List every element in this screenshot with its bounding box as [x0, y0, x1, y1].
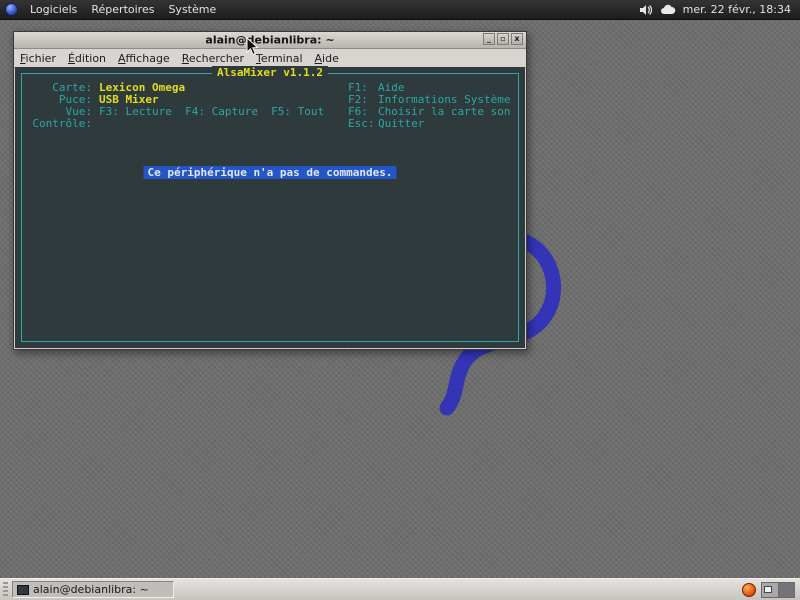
volume-icon[interactable] [639, 4, 653, 16]
info-row: Contrôle: Esc:Quitter [26, 118, 514, 130]
panel-menu-label: Logiciels [30, 3, 77, 16]
taskbar-handle[interactable] [3, 582, 8, 597]
applications-logo-icon[interactable] [5, 3, 18, 16]
panel-menu-repertoires[interactable]: Répertoires [84, 0, 161, 19]
help-entry: Esc:Quitter [348, 118, 424, 130]
menu-label: Fichier [20, 52, 56, 65]
minimize-button[interactable]: _ [483, 33, 495, 45]
panel-menu-label: Répertoires [91, 3, 154, 16]
window-title: alain@debianlibra: ~ [205, 34, 334, 47]
menu-aide[interactable]: Aide [309, 49, 345, 67]
window-controls: _ ▫ x [483, 33, 523, 45]
taskbar: alain@debianlibra: ~ [0, 578, 800, 600]
panel-menu-label: Système [168, 3, 216, 16]
menu-affichage[interactable]: Affichage [112, 49, 176, 67]
menu-label: Rechercher [182, 52, 244, 65]
menu-label: Affichage [118, 52, 170, 65]
desktop: Logiciels Répertoires Système mer. 22 fé… [0, 0, 800, 600]
workspace-switcher [761, 582, 795, 598]
no-controls-message: Ce périphérique n'a pas de commandes. [143, 166, 396, 179]
terminal-window: alain@debianlibra: ~ _ ▫ x Fichier Éditi… [13, 31, 527, 350]
terminal-screen[interactable]: AlsaMixer v1.1.2 Carte:Lexicon OmegaF1:A… [15, 67, 525, 348]
weather-cloud-icon[interactable] [660, 4, 676, 15]
taskbar-window-button[interactable]: alain@debianlibra: ~ [12, 581, 174, 598]
info-label: Contrôle: [26, 118, 92, 130]
menu-label: Édition [68, 52, 106, 65]
help-text: Quitter [378, 117, 424, 130]
panel-menu-logiciels[interactable]: Logiciels [23, 0, 84, 19]
notification-icon[interactable] [742, 583, 756, 597]
alsamixer-info: Carte:Lexicon OmegaF1:Aide Puce:USB Mixe… [26, 82, 514, 130]
top-panel: Logiciels Répertoires Système mer. 22 fé… [0, 0, 800, 20]
clock[interactable]: mer. 22 févr., 18:34 [683, 3, 791, 16]
window-titlebar[interactable]: alain@debianlibra: ~ _ ▫ x [14, 32, 526, 49]
workspace-window-thumb [764, 586, 772, 593]
alsamixer-title: AlsaMixer v1.1.2 [212, 66, 328, 79]
close-button[interactable]: x [511, 33, 523, 45]
menu-label: Aide [315, 52, 339, 65]
terminal-icon [17, 585, 29, 595]
panel-status-area: mer. 22 févr., 18:34 [639, 3, 800, 16]
mouse-cursor [246, 37, 259, 56]
alsamixer-frame: AlsaMixer v1.1.2 Carte:Lexicon OmegaF1:A… [21, 73, 519, 342]
help-key: Esc: [348, 118, 378, 130]
taskbar-window-label: alain@debianlibra: ~ [33, 583, 149, 596]
maximize-button[interactable]: ▫ [497, 33, 509, 45]
panel-menu-systeme[interactable]: Système [161, 0, 223, 19]
menu-rechercher[interactable]: Rechercher [176, 49, 250, 67]
menu-edition[interactable]: Édition [62, 49, 112, 67]
workspace-1[interactable] [762, 583, 778, 597]
info-row: Vue:F3: Lecture F4: Capture F5: ToutF6:C… [26, 106, 514, 118]
workspace-2[interactable] [778, 583, 794, 597]
info-value: F3: Lecture F4: Capture F5: Tout [99, 105, 324, 118]
menu-label: Terminal [256, 52, 303, 65]
taskbar-right-area [742, 582, 800, 598]
menu-fichier[interactable]: Fichier [14, 49, 62, 67]
